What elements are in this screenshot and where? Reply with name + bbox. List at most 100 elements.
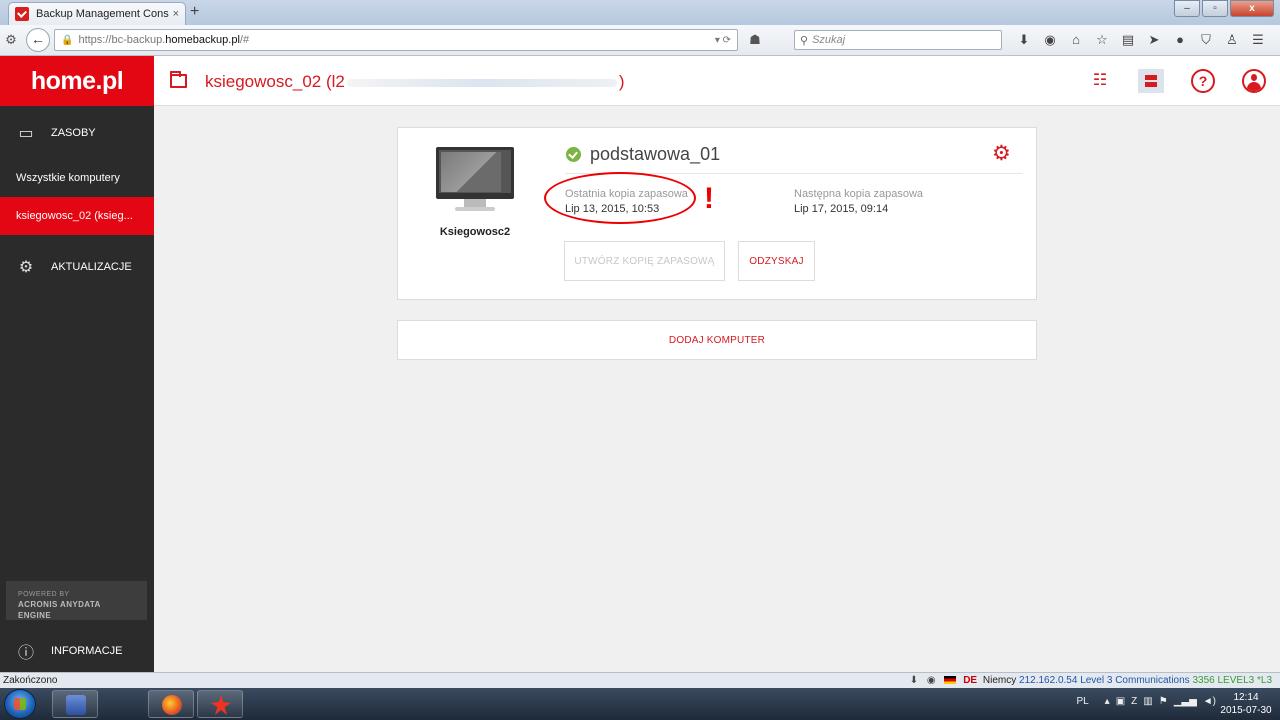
firefox-icon <box>162 695 182 715</box>
taskbar-app-firefox[interactable] <box>148 690 194 718</box>
powered-by-text: POWERED BY <box>18 591 70 598</box>
top-bar: ksiegowosc_02 (l2) ☷ ? <box>154 56 1280 106</box>
computer-card: Ksiegowosc2 podstawowa_01 ⚙ Ostatnia kop… <box>397 127 1037 300</box>
tab-close-button[interactable]: × <box>173 8 179 20</box>
firefox-icon: ◉ <box>926 675 936 686</box>
redacted-text <box>346 78 617 87</box>
lock-icon: 🔒 <box>61 34 74 46</box>
home-pl-logo[interactable]: home.pl <box>0 56 154 106</box>
next-backup-value: Lip 17, 2015, 09:14 <box>794 203 889 215</box>
sidebar-item-resources[interactable]: ▭ ZASOBY <box>0 107 154 159</box>
sidebar-item-info[interactable]: ⓘ INFORMACJE <box>0 630 154 672</box>
folder-icon <box>170 71 187 88</box>
sidebar-item-label: INFORMACJE <box>51 645 123 657</box>
breadcrumb-end: ) <box>618 72 625 91</box>
windows-taskbar: PL ▴ ▣ Z ▥ ⚑ ▁▃▅ ◄) 12:14 2015-07-30 <box>0 688 1280 720</box>
clipboard-icon[interactable]: ▤ <box>1118 32 1138 48</box>
browser-tab-bar: Backup Management Cons... × + – ▫ x <box>0 0 1280 25</box>
germany-flag-icon <box>944 676 957 685</box>
add-computer-button[interactable]: DODAJ KOMPUTER <box>397 320 1037 360</box>
pocket-icon[interactable]: ⛉ <box>1196 32 1216 48</box>
info-icon: ⓘ <box>17 645 34 662</box>
android-icon[interactable]: ☗ <box>744 32 766 48</box>
taskbar-clock[interactable]: 12:14 2015-07-30 <box>1218 691 1274 717</box>
url-bar[interactable]: 🔒 https://bc-backup. homebackup.pl/# ▾ ⟳ <box>54 29 738 51</box>
as-name: LEVEL3 <box>1217 675 1255 686</box>
tab-title: Backup Management Cons... <box>36 8 169 20</box>
sidebar: home.pl ▭ ZASOBY Wszystkie komputery ksi… <box>0 56 154 672</box>
back-button[interactable]: ← <box>26 28 50 52</box>
computer-monitor-icon <box>436 147 514 199</box>
search-placeholder: Szukaj <box>812 34 846 46</box>
close-window-button[interactable]: x <box>1230 0 1274 17</box>
tray-z-icon[interactable]: Z <box>1131 696 1137 707</box>
window-controls: – ▫ x <box>1174 0 1274 17</box>
engine-name: ACRONIS ANYDATA ENGINE <box>18 600 101 620</box>
breadcrumb-start: ksiegowosc_02 (l2 <box>205 72 345 91</box>
status-text: Zakończono <box>3 675 58 686</box>
site-favicon-icon <box>15 7 29 21</box>
powered-by-badge: POWERED BY ACRONIS ANYDATA ENGINE <box>6 581 147 620</box>
browser-nav-bar: ⚙ ← 🔒 https://bc-backup. homebackup.pl/# … <box>0 25 1280 56</box>
sidebar-item-updates[interactable]: ⚙ AKTUALIZACJE <box>0 241 154 293</box>
app-container: home.pl ▭ ZASOBY Wszystkie komputery ksi… <box>0 56 1280 672</box>
ip-address: 212.162.0.54 <box>1019 675 1078 686</box>
country-code: DE <box>963 675 978 686</box>
tray-volume-icon[interactable]: ◄) <box>1203 696 1216 707</box>
taskbar-app-paint[interactable] <box>197 690 243 718</box>
chat-icon[interactable]: ● <box>1170 32 1190 48</box>
tray-network-icon[interactable]: ▥ <box>1143 696 1152 707</box>
extension-icon[interactable]: ♙ <box>1222 32 1242 48</box>
help-icon[interactable]: ? <box>1191 69 1215 93</box>
download-arrow-icon[interactable]: ⬇ <box>910 675 918 686</box>
next-backup-label: Następna kopia zapasowa <box>794 188 924 200</box>
send-icon[interactable]: ➤ <box>1144 32 1164 48</box>
language-indicator[interactable]: PL <box>1076 696 1088 707</box>
isp-name: Level 3 Communications <box>1080 675 1190 686</box>
splat-icon <box>211 695 231 715</box>
alert-exclamation-icon: ! <box>704 182 714 215</box>
asn-number: 3356 <box>1192 675 1215 686</box>
start-button-icon[interactable] <box>4 689 36 719</box>
sidebar-item-active-computer[interactable]: ksiegowosc_02 (ksieg... <box>0 197 154 235</box>
tray-expand-icon[interactable]: ▴ <box>1105 696 1110 707</box>
browser-tab[interactable]: Backup Management Cons... × <box>8 2 186 25</box>
minimize-button[interactable]: – <box>1174 0 1200 17</box>
new-tab-button[interactable]: + <box>190 4 199 20</box>
browser-status-bar: Zakończono ⬇ ◉ DE Niemcy 212.162.0.54 Le… <box>0 672 1280 688</box>
tray-flag-icon[interactable]: ⚑ <box>1159 696 1168 707</box>
status-info: ⬇ ◉ DE Niemcy 212.162.0.54 Level 3 Commu… <box>910 675 1272 686</box>
tray-signal-icon[interactable]: ▁▃▅ <box>1174 696 1197 707</box>
user-account-icon[interactable] <box>1242 69 1266 93</box>
list-view-icon[interactable]: ☷ <box>1088 69 1112 93</box>
tile-view-icon[interactable] <box>1138 69 1164 93</box>
home-icon[interactable]: ⌂ <box>1066 32 1086 48</box>
url-host: homebackup.pl <box>165 34 240 46</box>
clock-date: 2015-07-30 <box>1220 705 1272 716</box>
bookmark-star-icon[interactable]: ☆ <box>1092 32 1112 48</box>
maximize-button[interactable]: ▫ <box>1202 0 1228 17</box>
search-input[interactable]: ⚲ Szukaj <box>794 30 1002 50</box>
taskbar-app-save[interactable] <box>52 690 98 718</box>
identity-icon[interactable]: ⚙ <box>0 32 22 48</box>
tray-app-icon[interactable]: ▣ <box>1116 696 1125 707</box>
floppy-icon <box>66 695 86 715</box>
create-backup-button[interactable]: UTWÓRZ KOPIĘ ZAPASOWĄ <box>564 241 725 281</box>
sidebar-item-all-computers[interactable]: Wszystkie komputery <box>0 159 154 197</box>
as-extra: *L3 <box>1256 675 1272 686</box>
system-tray: PL ▴ ▣ Z ▥ ⚑ ▁▃▅ ◄) <box>1076 696 1216 707</box>
recover-button[interactable]: ODZYSKAJ <box>738 241 815 281</box>
adblock-icon[interactable]: ◉ <box>1040 32 1060 48</box>
sidebar-item-label: ZASOBY <box>51 127 96 139</box>
reload-icon[interactable]: ▾ ⟳ <box>715 35 731 46</box>
download-icon[interactable]: ⬇ <box>1014 32 1034 48</box>
clock-time: 12:14 <box>1233 692 1259 703</box>
monitor-icon: ▭ <box>18 125 34 142</box>
status-ok-icon <box>566 147 581 162</box>
toolbar-icons: ⬇ ◉ ⌂ ☆ ▤ ➤ ● ⛉ ♙ ☰ <box>1014 32 1268 48</box>
gear-icon: ⚙ <box>18 259 34 276</box>
search-icon: ⚲ <box>800 34 809 47</box>
menu-icon[interactable]: ☰ <box>1248 32 1268 48</box>
page-title: ksiegowosc_02 (l2) <box>205 72 625 92</box>
plan-settings-gear-icon[interactable]: ⚙ <box>992 142 1011 166</box>
